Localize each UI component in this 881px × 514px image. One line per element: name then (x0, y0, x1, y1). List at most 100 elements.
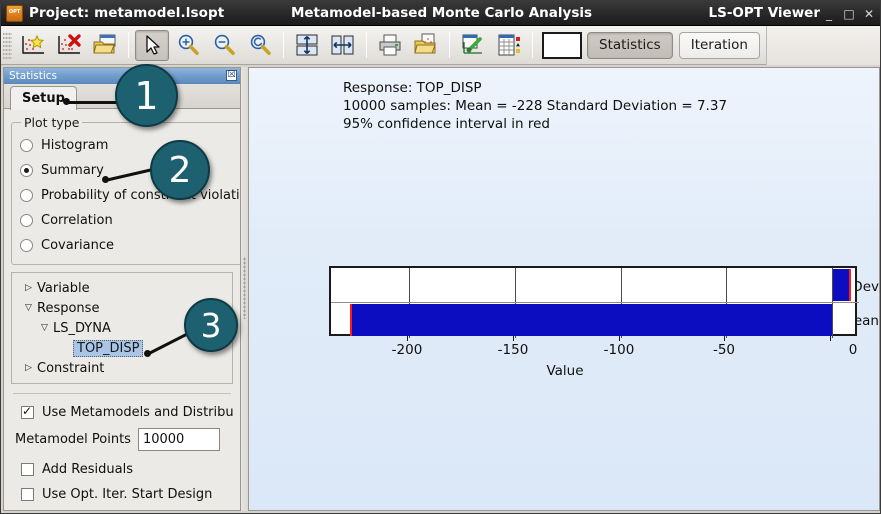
radio-correlation-label: Correlation (41, 213, 113, 228)
plot-type-group: Plot type Histogram Summary Probability … (11, 115, 240, 265)
radio-probability-of-constraint-violation[interactable]: Probability of constraint violation (20, 183, 240, 208)
fit-vertical-icon[interactable] (290, 30, 324, 61)
checkbox-add-residuals[interactable]: Add Residuals (11, 457, 233, 482)
xtick-label: -50 (712, 342, 736, 358)
plot-title-line-1: Response: TOP_DISP (343, 80, 482, 96)
plot-type-legend: Plot type (24, 115, 80, 130)
print-icon[interactable] (373, 30, 407, 61)
panel-splitter[interactable] (241, 67, 248, 511)
plot-canvas[interactable]: Response: TOP_DISP 10000 samples: Mean =… (248, 67, 880, 511)
radio-summary-indicator (20, 164, 33, 177)
callout-badge-1: 1 (115, 64, 178, 127)
radio-histogram[interactable]: Histogram (20, 133, 240, 158)
checkbox-use-metamodels[interactable]: Use Metamodels and Distributions (11, 400, 233, 425)
main-toolbar: Statistics Iteration (1, 25, 880, 65)
xtick-label: -200 (391, 342, 423, 358)
window-app-name: LS-OPT Viewer (708, 5, 821, 21)
delete-plot-icon[interactable] (52, 30, 86, 61)
metamodel-points-input[interactable]: 10000 (137, 427, 220, 451)
toolbar-separator (283, 32, 284, 58)
plot-settings-icon[interactable] (456, 30, 490, 61)
tree-item-top-disp-label: TOP_DISP (73, 339, 144, 357)
callout-1-anchor (63, 98, 70, 105)
callout-badge-2: 2 (150, 140, 210, 200)
ci-marker-mean-lower (350, 304, 352, 336)
chevron-down-icon[interactable]: ▽ (36, 323, 53, 333)
minimize-icon[interactable]: _ (820, 4, 838, 24)
metamodel-points-row: Metamodel Points 10000 (11, 425, 233, 453)
tree-item-variable[interactable]: ▷ Variable (16, 278, 228, 298)
chart-plot-area (329, 266, 859, 338)
panel-divider (13, 393, 231, 394)
window-controls: _ □ ✕ (820, 1, 878, 26)
zoom-reset-icon[interactable] (243, 30, 277, 61)
pointer-tool-icon[interactable] (135, 29, 169, 61)
xtick (830, 336, 831, 341)
checkbox-add-residuals-indicator (21, 463, 34, 476)
callout-2-anchor (102, 176, 109, 183)
chevron-right-icon[interactable]: ▷ (20, 283, 37, 293)
tab-iteration[interactable]: Iteration (678, 31, 760, 59)
callout-badge-3: 3 (184, 298, 238, 352)
xtick-label: -100 (603, 342, 635, 358)
tab-statistics[interactable]: Statistics (587, 31, 673, 59)
ci-marker-std-dev-upper (849, 269, 851, 301)
xtick (407, 336, 408, 341)
tree-item-ls-dyna-label: LS_DYNA (53, 320, 111, 336)
radio-probability-indicator (20, 189, 33, 202)
radio-probability-label: Probability of constraint violation (41, 188, 240, 203)
splitter-grip (243, 257, 246, 319)
fit-horizontal-icon[interactable] (326, 30, 360, 61)
lsopt-logo-icon (6, 4, 23, 22)
radio-histogram-label: Histogram (41, 138, 109, 153)
open-folder-icon[interactable] (88, 30, 122, 61)
zoom-out-icon[interactable] (207, 30, 241, 61)
tree-item-constraint-label: Constraint (37, 360, 105, 376)
tree-item-response-label: Response (37, 300, 100, 316)
maximize-icon[interactable]: □ (840, 4, 858, 24)
add-plot-icon[interactable] (16, 30, 50, 61)
tree-item-variable-label: Variable (37, 280, 90, 296)
statistics-panel: Statistics ☒ Setup Plot type Histogram S… (3, 67, 241, 511)
checkbox-use-metamodels-indicator (21, 404, 34, 419)
radio-summary-label: Summary (41, 163, 104, 178)
toolbar-separator (366, 32, 367, 58)
lsopt-viewer-window: Project: metamodel.lsopt Metamodel-based… (0, 0, 881, 514)
xtick-label: 0 (848, 342, 858, 358)
toolbar-separator (128, 32, 129, 58)
chevron-right-icon[interactable]: ▷ (20, 363, 37, 373)
plot-title-line-3: 95% confidence interval in red (343, 116, 550, 132)
data-table-icon[interactable] (492, 30, 526, 61)
toolbar-separator (449, 32, 450, 58)
window-project-title: Project: metamodel.lsopt (29, 5, 225, 21)
radio-correlation[interactable]: Correlation (20, 208, 240, 233)
panel-close-icon[interactable]: ☒ (226, 70, 237, 81)
xtick (619, 336, 620, 341)
export-icon[interactable] (409, 30, 443, 61)
chevron-down-icon[interactable]: ▽ (20, 303, 37, 313)
toolbar-filler (765, 25, 880, 65)
checkbox-use-opt-iter-start-design-indicator (21, 488, 34, 501)
zoom-in-icon[interactable] (171, 30, 205, 61)
callout-3-anchor (144, 350, 151, 357)
checkbox-use-opt-iter-start-design[interactable]: Use Opt. Iter. Start Design (11, 482, 233, 507)
toolbar-separator (532, 32, 533, 58)
metamodel-points-label: Metamodel Points (15, 431, 131, 447)
xtick (724, 336, 725, 341)
xtick-label: -150 (497, 342, 529, 358)
toolbar-drag-handle[interactable] (3, 31, 12, 59)
xtick (513, 336, 514, 341)
close-icon[interactable]: ✕ (860, 4, 878, 24)
radio-histogram-indicator (20, 139, 33, 152)
radio-covariance-label: Covariance (41, 238, 114, 253)
category-row-divider (331, 302, 859, 303)
radio-correlation-indicator (20, 214, 33, 227)
tree-item-constraint[interactable]: ▷ Constraint (16, 358, 228, 378)
bar-std-dev (833, 269, 849, 301)
radio-covariance-indicator (20, 239, 33, 252)
checkbox-use-opt-iter-start-design-label: Use Opt. Iter. Start Design (42, 487, 213, 502)
window-titlebar: Project: metamodel.lsopt Metamodel-based… (1, 1, 880, 26)
plot-title-line-2: 10000 samples: Mean = -228 Standard Devi… (343, 98, 728, 114)
radio-covariance[interactable]: Covariance (20, 233, 240, 258)
plot-preview-swatch (542, 31, 582, 59)
